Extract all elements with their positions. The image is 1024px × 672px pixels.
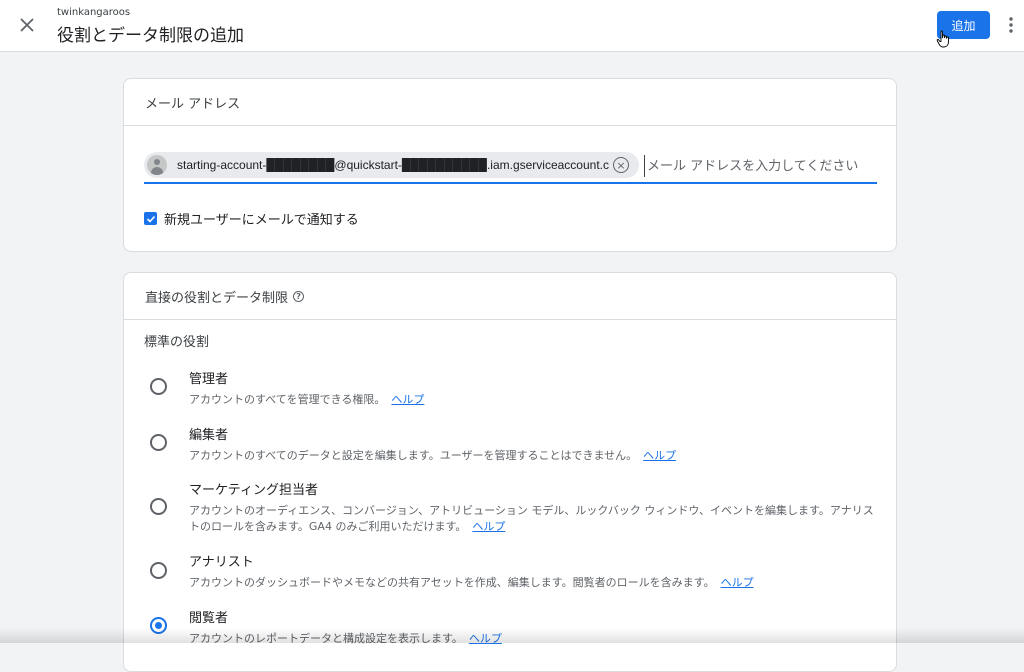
- person-avatar-icon: [147, 155, 167, 175]
- email-card-header: メール アドレス: [124, 79, 896, 126]
- role-title: 編集者: [189, 428, 229, 443]
- notify-label: 新規ユーザーにメールで通知する: [164, 213, 359, 228]
- page-title: 役割とデータ制限の追加: [57, 26, 244, 46]
- role-title: マーケティング担当者: [189, 483, 318, 498]
- more-vert-icon: [1009, 17, 1013, 33]
- role-title: 閲覧者: [189, 611, 229, 626]
- role-description: アカウントのオーディエンス、コンバージョン、アトリビューション モデル、ルックバ…: [189, 504, 874, 533]
- role-description: アカウントのすべてを管理できる権限。 ヘルプ: [189, 393, 425, 406]
- more-options-button[interactable]: [1005, 14, 1017, 36]
- account-name: twinkangaroos: [57, 7, 131, 18]
- help-link[interactable]: ヘルプ: [391, 393, 424, 406]
- role-title: アナリスト: [189, 555, 254, 570]
- hand-cursor-icon: [936, 30, 949, 48]
- top-app-bar: twinkangaroos 役割とデータ制限の追加 追加: [0, 0, 1024, 52]
- chip-remove-icon[interactable]: ×: [613, 157, 629, 173]
- radio-editor[interactable]: [150, 434, 167, 451]
- email-input-row: starting-account-████████@quickstart-███…: [144, 151, 877, 184]
- checkmark-icon: [146, 215, 155, 223]
- email-input[interactable]: [644, 155, 874, 177]
- roles-section-title: 直接の役割とデータ制限: [145, 290, 289, 306]
- radio-admin[interactable]: [150, 378, 167, 395]
- close-button[interactable]: [14, 12, 40, 38]
- standard-roles-label: 標準の役割: [144, 335, 210, 350]
- email-section-title: メール アドレス: [145, 96, 241, 112]
- email-card: メール アドレス starting-account-████████@quick…: [123, 78, 897, 252]
- bottom-shadow: [0, 628, 1024, 643]
- radio-analyst[interactable]: [150, 562, 167, 579]
- help-link[interactable]: ヘルプ: [721, 576, 754, 589]
- notify-checkbox[interactable]: [144, 212, 157, 225]
- role-description: アカウントのダッシュボードやメモなどの共有アセットを作成、編集します。閲覧者のロ…: [189, 576, 754, 589]
- notify-checkbox-row[interactable]: 新規ユーザーにメールで通知する: [144, 209, 359, 228]
- help-link[interactable]: ヘルプ: [472, 520, 505, 533]
- close-icon: [20, 18, 34, 32]
- chip-email-text: starting-account-████████@quickstart-███…: [177, 158, 609, 172]
- email-chip[interactable]: starting-account-████████@quickstart-███…: [144, 152, 639, 178]
- help-icon[interactable]: ?: [293, 290, 305, 302]
- roles-card-header: 直接の役割とデータ制限 ?: [124, 273, 896, 320]
- help-link[interactable]: ヘルプ: [643, 449, 676, 462]
- role-title: 管理者: [189, 372, 229, 387]
- radio-marketer[interactable]: [150, 498, 167, 515]
- role-description: アカウントのすべてのデータと設定を編集します。ユーザーを管理することはできません…: [189, 449, 677, 462]
- roles-card: 直接の役割とデータ制限 ? 標準の役割 管理者 アカウントのすべてを管理できる権…: [123, 272, 897, 672]
